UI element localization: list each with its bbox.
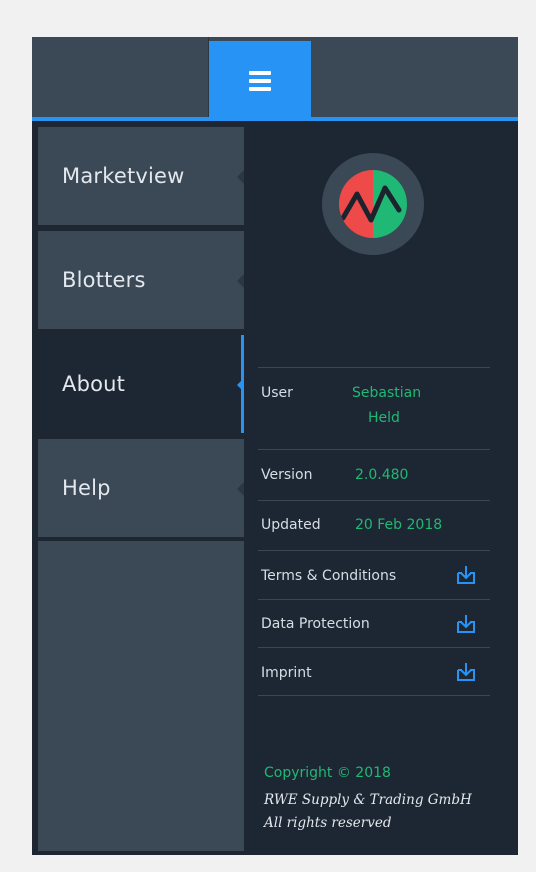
version-row: Version 2.0.480 — [258, 449, 490, 500]
terms-conditions-row[interactable]: Terms & Conditions — [258, 550, 490, 599]
about-panel: User Sebastian Held Version 2.0.480 Upda… — [246, 121, 518, 855]
nav-item-label: Marketview — [62, 164, 185, 188]
updated-value: 20 Feb 2018 — [355, 517, 443, 533]
download-icon[interactable] — [456, 614, 476, 634]
updated-label: Updated — [261, 517, 321, 533]
nav-active-notch — [237, 378, 244, 392]
user-label: User — [261, 385, 293, 401]
nav-notch — [237, 274, 244, 288]
nav-item-marketview[interactable]: Marketview — [38, 127, 244, 225]
company-name: RWE Supply & Trading GmbH — [264, 792, 472, 808]
download-icon[interactable] — [456, 565, 476, 585]
rights-text: All rights reserved — [264, 815, 392, 831]
nav-item-label: About — [62, 372, 126, 396]
menu-button[interactable] — [209, 41, 311, 121]
copyright-text: Copyright © 2018 — [264, 765, 391, 781]
sidebar-nav: Marketview Blotters About Help — [32, 121, 246, 855]
nav-notch — [237, 482, 244, 496]
version-label: Version — [261, 467, 313, 483]
market-chart-logo-icon — [322, 153, 424, 255]
nav-item-label: Blotters — [62, 268, 146, 292]
top-bar-segment-right — [311, 37, 518, 117]
nav-item-about[interactable]: About — [38, 335, 244, 433]
nav-item-blotters[interactable]: Blotters — [38, 231, 244, 329]
terms-conditions-label: Terms & Conditions — [261, 568, 397, 584]
top-bar-segment-left — [32, 37, 209, 117]
data-protection-label: Data Protection — [261, 616, 370, 632]
imprint-row[interactable]: Imprint — [258, 647, 490, 696]
top-bar — [32, 37, 518, 121]
nav-item-label: Help — [62, 476, 111, 500]
download-icon[interactable] — [456, 662, 476, 682]
app-window: Marketview Blotters About Help User Seba… — [32, 37, 518, 855]
updated-row: Updated 20 Feb 2018 — [258, 500, 490, 550]
version-value: 2.0.480 — [355, 467, 409, 483]
nav-item-help[interactable]: Help — [38, 439, 244, 537]
data-protection-row[interactable]: Data Protection — [258, 599, 490, 647]
user-row: User Sebastian Held — [258, 367, 490, 449]
nav-empty-area — [38, 541, 244, 851]
imprint-label: Imprint — [261, 665, 312, 681]
user-value-line1: Sebastian — [352, 385, 422, 401]
nav-notch — [237, 170, 244, 184]
hamburger-menu-icon — [249, 71, 271, 91]
user-value-line2: Held — [368, 410, 400, 426]
